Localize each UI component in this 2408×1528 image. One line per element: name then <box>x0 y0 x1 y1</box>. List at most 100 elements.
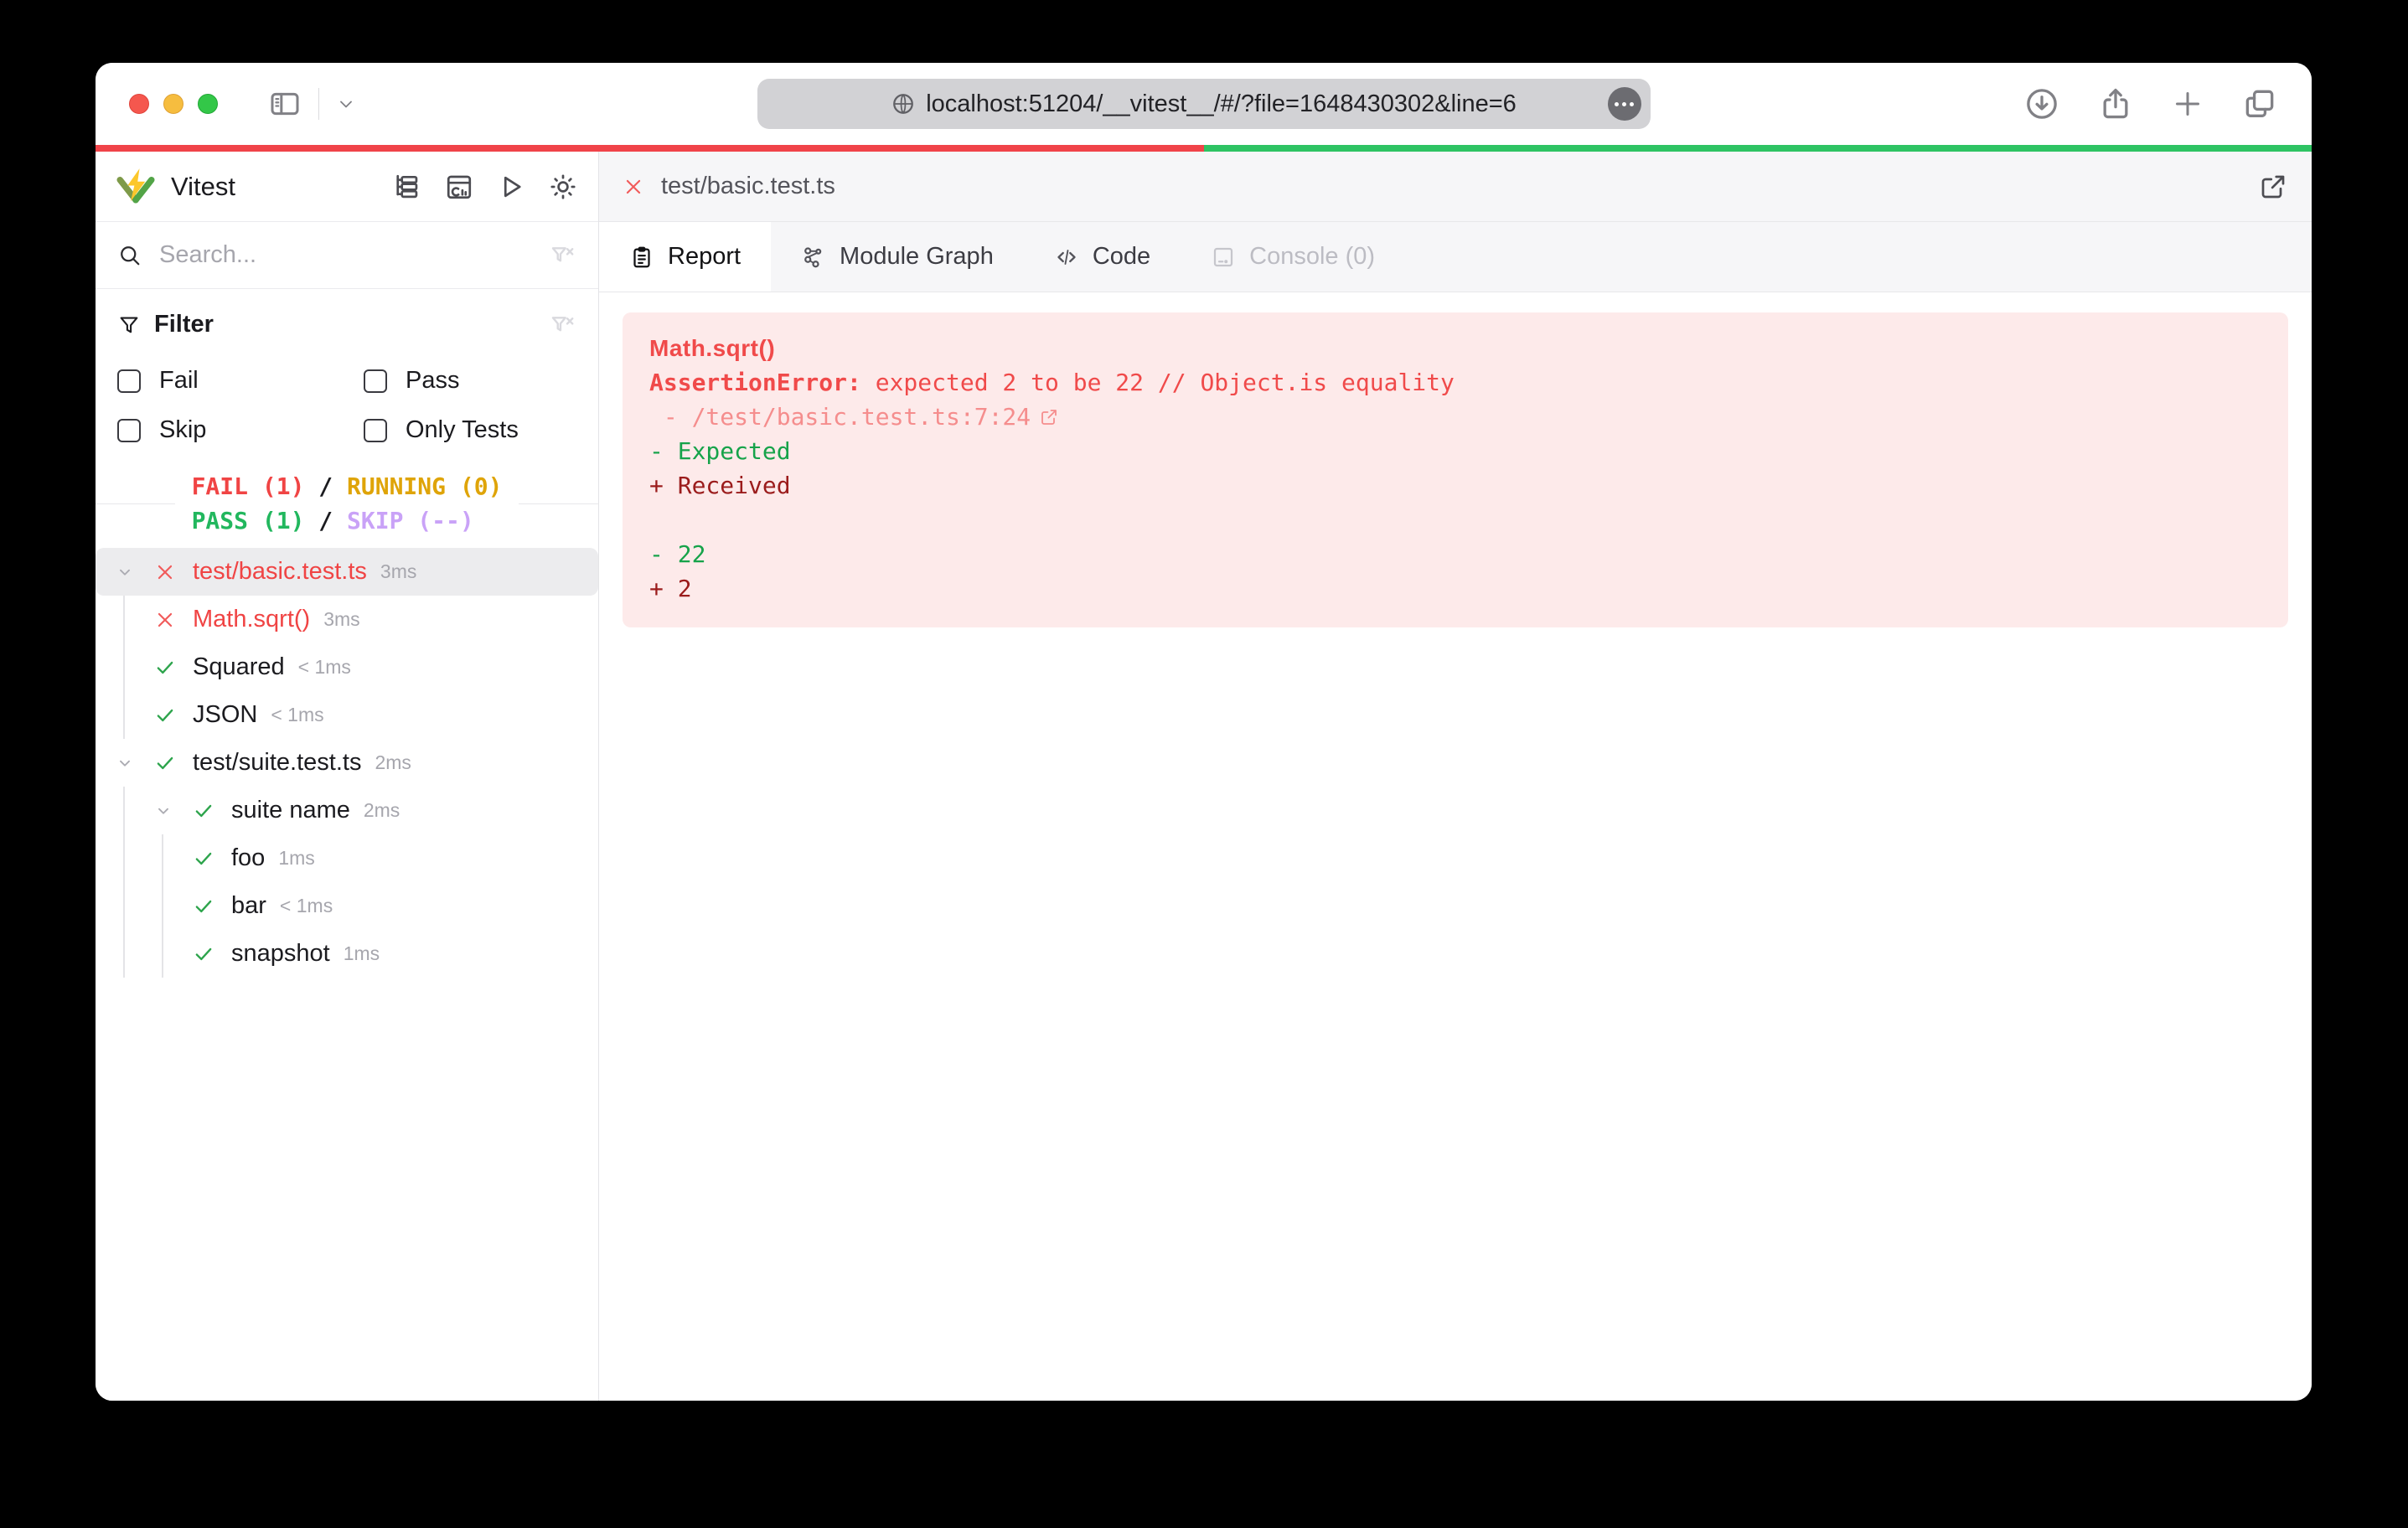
tab-module-graph[interactable]: Module Graph <box>771 222 1024 292</box>
checkbox-label: Fail <box>159 367 199 395</box>
test-duration: 1ms <box>344 942 380 965</box>
tree-row[interactable]: test/suite.test.ts2ms <box>96 739 598 787</box>
collapse-tree-icon[interactable] <box>392 172 422 202</box>
tree-row[interactable]: suite name2ms <box>96 787 598 834</box>
tab-report[interactable]: Report <box>599 222 771 292</box>
checkbox[interactable] <box>117 419 141 442</box>
code-icon <box>1054 245 1079 270</box>
globe-icon <box>891 91 916 116</box>
search-bar <box>96 222 598 289</box>
error-line: - 22 <box>649 537 2261 571</box>
tree-row[interactable]: test/basic.test.ts3ms <box>96 548 598 596</box>
tree-row[interactable]: JSON < 1ms <box>96 691 598 739</box>
test-duration: 1ms <box>278 847 314 870</box>
tree-row[interactable]: foo1ms <box>96 834 598 882</box>
filter-checkbox-skip[interactable]: Skip <box>117 416 364 444</box>
chevron-down-icon[interactable] <box>116 739 154 787</box>
filter-checkbox-pass[interactable]: Pass <box>364 367 576 395</box>
checkbox[interactable] <box>364 369 387 393</box>
address-bar[interactable]: localhost:51204/__vitest__/#/?file=16484… <box>757 79 1651 129</box>
tab-console-0[interactable]: Console (0) <box>1181 222 1405 292</box>
report-view: Math.sqrt()AssertionError: expected 2 to… <box>599 292 2312 1401</box>
tree-row[interactable]: Math.sqrt() 3ms <box>96 596 598 643</box>
tree-row[interactable]: Squared < 1ms <box>96 643 598 691</box>
clear-filter-icon[interactable] <box>550 312 576 338</box>
tab-overview-icon[interactable] <box>2241 85 2278 122</box>
terminal-icon <box>1211 245 1236 270</box>
error-text[interactable]: - /test/basic.test.ts:7:24 <box>649 400 1031 434</box>
fail-x-icon <box>154 561 179 583</box>
test-duration: 3ms <box>380 560 416 583</box>
test-name: snapshot <box>231 940 330 968</box>
chevron-down-icon[interactable] <box>154 787 193 834</box>
indent-guide <box>154 930 193 978</box>
error-text <box>649 503 664 537</box>
tree-row[interactable]: bar< 1ms <box>96 882 598 930</box>
sidebar-toggle-icon[interactable] <box>268 87 302 121</box>
test-duration: < 1ms <box>271 704 323 726</box>
indent-guide <box>116 882 154 930</box>
pass-check-icon <box>193 848 218 870</box>
checkbox[interactable] <box>117 369 141 393</box>
tab-label: Report <box>668 243 741 271</box>
ellipsis-icon[interactable] <box>1608 87 1641 121</box>
chevron-down-icon[interactable] <box>336 94 356 114</box>
share-icon[interactable] <box>2097 85 2134 122</box>
error-text: expected 2 to be 22 // Object.is equalit… <box>876 365 1455 400</box>
external-link-icon[interactable] <box>2258 172 2288 202</box>
test-summary: FAIL (1) / RUNNING (0) PASS (1) / SKIP (… <box>96 467 598 539</box>
error-line: AssertionError: expected 2 to be 22 // O… <box>649 365 2261 400</box>
indent-guide <box>116 930 154 978</box>
tab-label: Module Graph <box>840 243 994 271</box>
test-duration: 2ms <box>375 751 411 774</box>
app-title: Vitest <box>171 172 235 202</box>
toolbar-divider <box>318 88 319 120</box>
desktop-background: localhost:51204/__vitest__/#/?file=16484… <box>0 0 2408 1528</box>
sidebar-header: Vitest <box>96 152 598 222</box>
running-count: RUNNING (0) <box>347 472 502 500</box>
error-line: - /test/basic.test.ts:7:24 <box>649 400 2261 434</box>
file-header: test/basic.test.ts <box>599 152 2312 222</box>
chevron-down-icon[interactable] <box>116 548 154 596</box>
close-window-button[interactable] <box>129 94 149 114</box>
filter-section: Filter FailPassSkipOnly Tests <box>96 289 598 449</box>
tab-code[interactable]: Code <box>1024 222 1181 292</box>
download-icon[interactable] <box>2023 85 2060 122</box>
minimize-window-button[interactable] <box>163 94 183 114</box>
indent-guide <box>116 596 154 643</box>
tree-row[interactable]: snapshot 1ms <box>96 930 598 978</box>
filter-checkbox-fail[interactable]: Fail <box>117 367 364 395</box>
indent-guide <box>116 643 154 691</box>
test-duration: 3ms <box>323 608 359 631</box>
vitest-logo-icon <box>116 167 156 207</box>
new-tab-icon[interactable] <box>2171 87 2204 121</box>
checkbox[interactable] <box>364 419 387 442</box>
pass-check-icon <box>154 752 179 774</box>
test-tree: test/basic.test.ts3ms Math.sqrt() 3ms Squar… <box>96 548 598 1401</box>
error-text: - 22 <box>649 537 705 571</box>
filter-checkbox-only-tests[interactable]: Only Tests <box>364 416 576 444</box>
pass-check-icon <box>193 943 218 965</box>
dashboard-icon[interactable] <box>444 172 474 202</box>
checkbox-label: Only Tests <box>406 416 519 444</box>
search-input[interactable] <box>159 241 550 269</box>
run-all-icon[interactable] <box>496 172 526 202</box>
external-link-icon[interactable] <box>1039 407 1059 427</box>
url-text: localhost:51204/__vitest__/#/?file=16484… <box>926 90 1517 118</box>
test-duration: < 1ms <box>280 895 333 917</box>
fail-x-icon <box>154 609 179 631</box>
progress-fail-segment <box>96 145 1204 152</box>
zoom-window-button[interactable] <box>198 94 218 114</box>
test-name: JSON <box>193 701 257 729</box>
fail-count: FAIL (1) <box>192 472 305 500</box>
pass-check-icon <box>193 896 218 917</box>
theme-toggle-icon[interactable] <box>548 172 578 202</box>
test-duration: < 1ms <box>298 656 351 679</box>
skip-count: SKIP (--) <box>347 507 474 534</box>
test-name: Squared <box>193 653 285 681</box>
fail-x-icon <box>623 176 644 198</box>
progress-pass-segment <box>1204 145 2312 152</box>
test-name: Math.sqrt() <box>193 606 310 633</box>
browser-toolbar: localhost:51204/__vitest__/#/?file=16484… <box>96 63 2312 145</box>
clear-filter-icon[interactable] <box>550 242 576 269</box>
